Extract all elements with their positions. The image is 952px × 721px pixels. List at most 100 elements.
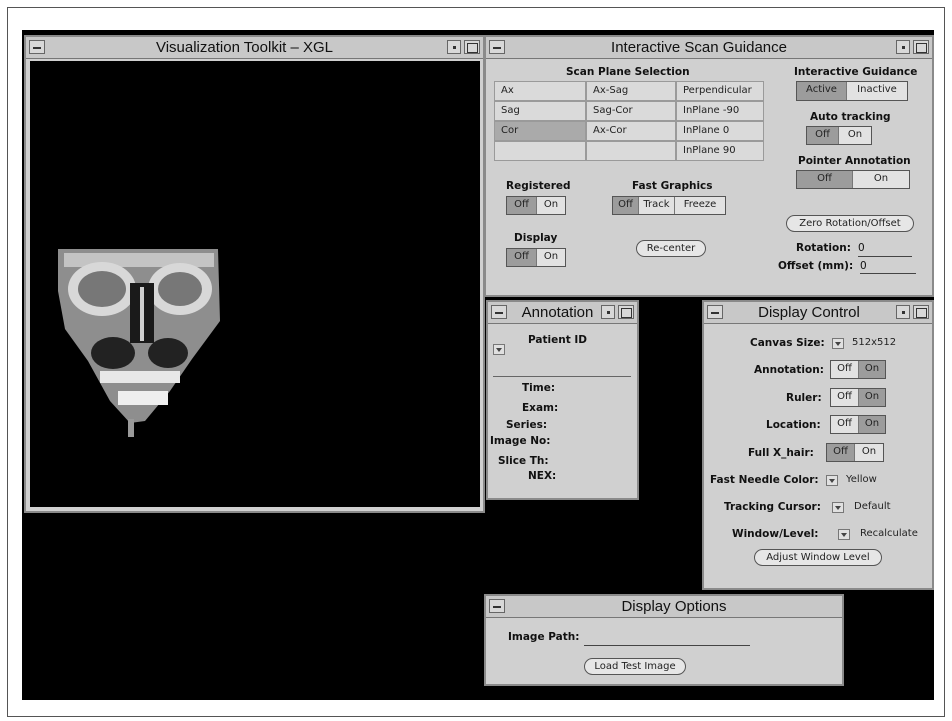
ct-jaw: [118, 391, 168, 405]
plane-sag[interactable]: Sag: [494, 101, 586, 121]
plane-inplane-90[interactable]: InPlane 90: [676, 141, 764, 161]
scan-guidance-titlebar[interactable]: Interactive Scan Guidance: [486, 37, 932, 59]
zero-rotation-offset-button[interactable]: Zero Rotation/Offset: [786, 215, 914, 232]
ruler-on-option[interactable]: On: [859, 389, 885, 406]
guidance-active-option[interactable]: Active: [797, 82, 847, 100]
plane-perpendicular[interactable]: Perpendicular: [676, 81, 764, 101]
window-level-dropdown[interactable]: [838, 529, 850, 540]
registered-off-option[interactable]: Off: [507, 197, 537, 214]
plane-sag-cor[interactable]: Sag-Cor: [586, 101, 676, 121]
registered-on-option[interactable]: On: [537, 197, 565, 214]
offset-field-line: [860, 273, 916, 274]
ruler-off-option[interactable]: Off: [831, 389, 859, 406]
image-path-field[interactable]: [584, 645, 750, 646]
annotation-off-option[interactable]: Off: [831, 361, 859, 378]
window-menu-icon[interactable]: [489, 40, 505, 54]
window-level-label: Window/Level:: [732, 528, 819, 540]
plane-inplane-0[interactable]: InPlane 0: [676, 121, 764, 141]
patient-id-checkbox[interactable]: [493, 344, 505, 355]
pointer-annotation-header: Pointer Annotation: [798, 155, 911, 167]
plane-ax[interactable]: Ax: [494, 81, 586, 101]
annotation-title: Annotation: [521, 304, 594, 321]
time-label: Time:: [522, 382, 556, 394]
window-menu-icon[interactable]: [491, 305, 507, 319]
pointer-on-option[interactable]: On: [853, 171, 909, 188]
window-menu-icon[interactable]: [707, 305, 723, 319]
plane-cor[interactable]: Cor: [494, 121, 586, 141]
minimize-icon[interactable]: [601, 305, 615, 319]
rotation-value[interactable]: 0: [858, 242, 865, 254]
plane-empty-1[interactable]: [494, 141, 586, 161]
guidance-inactive-option[interactable]: Inactive: [847, 82, 907, 100]
ruler-toggle: Off On: [830, 388, 886, 407]
plane-ax-sag[interactable]: Ax-Sag: [586, 81, 676, 101]
image-no-label: Image No:: [490, 435, 551, 447]
location-label: Location:: [766, 419, 821, 431]
adjust-window-level-button[interactable]: Adjust Window Level: [754, 549, 882, 566]
ct-right-orbit-inner: [158, 272, 202, 306]
xhair-off-option[interactable]: Off: [827, 444, 855, 461]
maximize-icon[interactable]: [913, 305, 929, 319]
pointer-off-option[interactable]: Off: [797, 171, 853, 188]
fast-graphics-toggle: Off Track Freeze: [612, 196, 726, 215]
display-options-titlebar[interactable]: Display Options: [486, 596, 842, 618]
plane-ax-cor[interactable]: Ax-Cor: [586, 121, 676, 141]
offset-value[interactable]: 0: [860, 260, 867, 272]
display-control-window: Display Control Canvas Size: 512x512 Ann…: [702, 300, 934, 590]
load-test-image-button[interactable]: Load Test Image: [584, 658, 686, 675]
patient-id-label: Patient ID: [528, 334, 588, 346]
exam-label: Exam:: [522, 402, 559, 414]
plane-empty-2[interactable]: [586, 141, 676, 161]
display-off-option[interactable]: Off: [507, 249, 537, 266]
annotation-titlebar[interactable]: Annotation: [488, 302, 637, 324]
maximize-icon[interactable]: [913, 40, 929, 54]
minimize-icon[interactable]: [896, 40, 910, 54]
needle-color-dropdown[interactable]: [826, 475, 838, 486]
window-menu-icon[interactable]: [489, 599, 505, 613]
minimize-icon[interactable]: [896, 305, 910, 319]
minimize-icon[interactable]: [447, 40, 461, 54]
recenter-button[interactable]: Re-center: [636, 240, 706, 257]
tracking-cursor-label: Tracking Cursor:: [724, 501, 821, 513]
window-level-value: Recalculate: [860, 528, 918, 539]
maximize-icon[interactable]: [464, 40, 480, 54]
canvas-size-label: Canvas Size:: [750, 337, 825, 349]
visualization-window: Visualization Toolkit – XGL: [24, 35, 485, 513]
ct-right-sinus: [148, 338, 188, 368]
auto-tracking-off-option[interactable]: Off: [807, 127, 839, 144]
fast-graphics-freeze-option[interactable]: Freeze: [675, 197, 725, 214]
annotation-on-option[interactable]: On: [859, 361, 885, 378]
visualization-title: Visualization Toolkit – XGL: [155, 39, 334, 56]
display-options-window: Display Options Image Path: Load Test Im…: [484, 594, 844, 686]
auto-tracking-on-option[interactable]: On: [839, 127, 871, 144]
window-menu-icon[interactable]: [29, 40, 45, 54]
maximize-icon[interactable]: [618, 305, 634, 319]
visualization-titlebar[interactable]: Visualization Toolkit – XGL: [26, 37, 483, 59]
registered-header: Registered: [506, 180, 571, 192]
fast-graphics-off-option[interactable]: Off: [613, 197, 639, 214]
plane-inplane-minus-90[interactable]: InPlane -90: [676, 101, 764, 121]
fast-graphics-track-option[interactable]: Track: [639, 197, 675, 214]
scan-guidance-title: Interactive Scan Guidance: [611, 39, 787, 56]
annotation-divider: [493, 376, 631, 377]
location-on-option[interactable]: On: [859, 416, 885, 433]
tracking-cursor-dropdown[interactable]: [832, 502, 844, 513]
rotation-label: Rotation:: [796, 242, 851, 254]
display-control-title: Display Control: [758, 304, 860, 321]
pointer-annotation-toggle: Off On: [796, 170, 910, 189]
series-label: Series:: [506, 419, 548, 431]
ct-left-orbit-inner: [78, 271, 126, 307]
image-viewport[interactable]: [30, 61, 480, 507]
auto-tracking-toggle: Off On: [806, 126, 872, 145]
canvas-size-dropdown[interactable]: [832, 338, 844, 349]
xhair-on-option[interactable]: On: [855, 444, 883, 461]
ct-left-sinus: [91, 337, 135, 369]
display-on-option[interactable]: On: [537, 249, 565, 266]
fast-graphics-header: Fast Graphics: [632, 180, 713, 192]
registered-toggle: Off On: [506, 196, 566, 215]
location-off-option[interactable]: Off: [831, 416, 859, 433]
annotation-toggle: Off On: [830, 360, 886, 379]
full-xhair-label: Full X_hair:: [748, 447, 814, 459]
display-control-titlebar[interactable]: Display Control: [704, 302, 932, 324]
scan-guidance-window: Interactive Scan Guidance Scan Plane Sel…: [484, 35, 934, 297]
